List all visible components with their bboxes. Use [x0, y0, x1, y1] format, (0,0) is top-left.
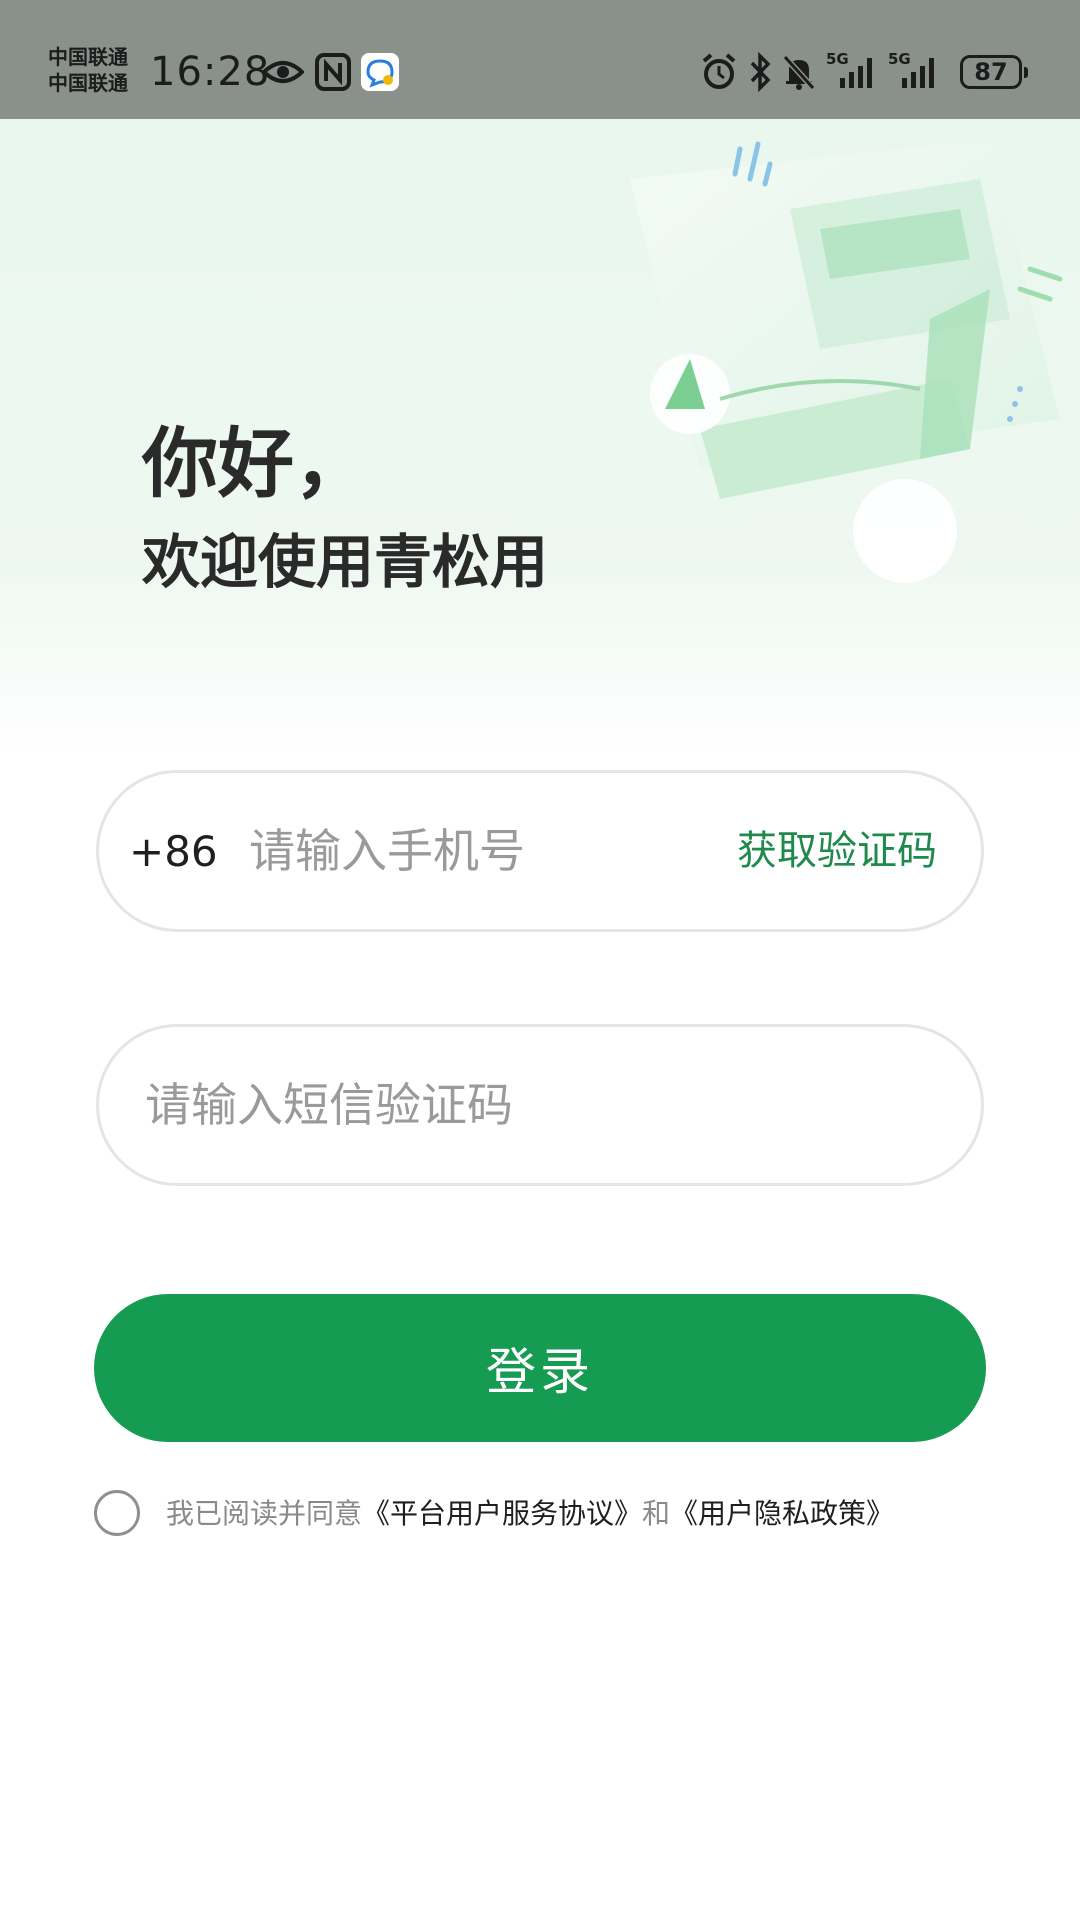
agreement-text: 我已阅读并同意《平台用户服务协议》和《用户隐私政策》: [166, 1496, 894, 1532]
agreement-conjunction: 和: [642, 1497, 671, 1530]
phone-input[interactable]: [249, 821, 689, 881]
sms-code-field: [96, 1024, 984, 1186]
agreement-prefix: 我已阅读并同意: [166, 1497, 363, 1530]
greeting-title: 你好，: [142, 419, 370, 508]
privacy-policy-link[interactable]: 《用户隐私政策》: [670, 1497, 894, 1530]
login-button[interactable]: 登录: [94, 1294, 986, 1442]
agreement-checkbox[interactable]: [94, 1490, 140, 1536]
phone-field: +86 获取验证码: [96, 770, 984, 932]
hero-illustration: [630, 139, 1063, 583]
chat-app-icon: [361, 53, 399, 91]
sms-code-input[interactable]: [145, 1075, 905, 1135]
signal-icon: [902, 58, 934, 88]
status-bar: 中国联通 中国联通 16:28 5G 5G 87: [0, 0, 1080, 119]
eye-icon: [262, 61, 304, 83]
country-code[interactable]: +86: [129, 825, 218, 879]
alarm-icon: [702, 53, 736, 89]
nfc-icon: [315, 53, 351, 91]
battery-icon: 87: [960, 55, 1028, 89]
agreement-row: 我已阅读并同意《平台用户服务协议》和《用户隐私政策》: [94, 1490, 994, 1538]
status-time: 16:28: [150, 49, 271, 95]
mute-icon: [782, 54, 816, 91]
signal-icon: [840, 58, 872, 88]
carrier-2: 中国联通: [48, 71, 128, 95]
welcome-subtitle: 欢迎使用青松用: [142, 528, 549, 596]
get-verification-code-button[interactable]: 获取验证码: [737, 823, 937, 879]
carrier-labels: 中国联通 中国联通: [48, 44, 128, 96]
bluetooth-icon: [750, 52, 771, 92]
welcome-header: 你好， 欢迎使用青松用: [0, 119, 1080, 759]
carrier-1: 中国联通: [48, 45, 128, 69]
terms-of-service-link[interactable]: 《平台用户服务协议》: [362, 1497, 642, 1530]
